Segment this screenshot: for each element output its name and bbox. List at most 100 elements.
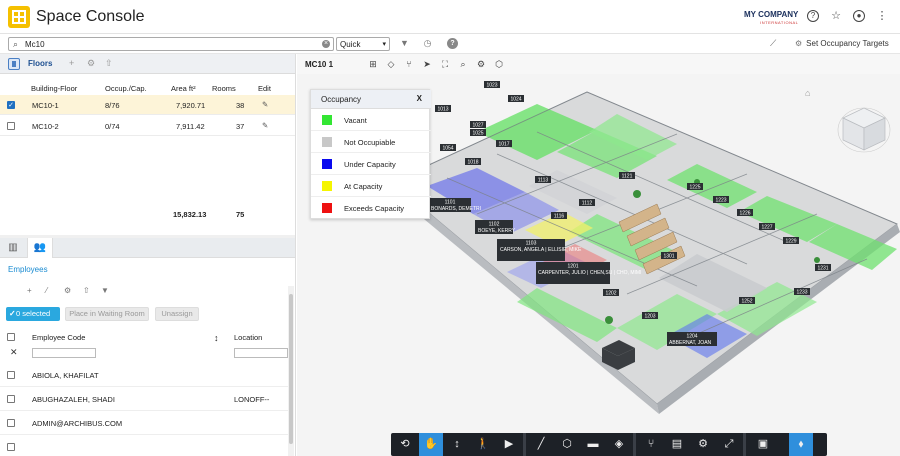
place-in-waiting-room-button[interactable]: Place in Waiting Room bbox=[65, 307, 149, 321]
occupant-tag-room[interactable]: 1101 bbox=[445, 200, 456, 206]
room-tag[interactable]: 1225 bbox=[689, 185, 700, 191]
row-checkbox[interactable] bbox=[7, 395, 15, 403]
tag-icon[interactable]: ◇ bbox=[386, 59, 396, 70]
room-tag[interactable]: 1017 bbox=[498, 142, 509, 148]
tab-rooms[interactable]: ▥ bbox=[0, 238, 26, 258]
tag-labels-icon[interactable]: ⬧ bbox=[789, 433, 813, 456]
room-tag[interactable]: 1121 bbox=[622, 174, 633, 180]
floor-row[interactable]: ✓ MC10-1 8/76 7,920.71 38 ✎ bbox=[0, 95, 295, 115]
floor-viewer[interactable]: MC10 1 ⊞ ◇ ⑂ ➤ ⛶ ⌕ ⚙ ⬡ 1013 1023 1024 10… bbox=[297, 54, 900, 456]
room-tag[interactable]: 1018 bbox=[467, 160, 478, 166]
room-tag[interactable]: 1112 bbox=[582, 201, 593, 207]
gear-icon[interactable]: ⚙ bbox=[691, 433, 715, 456]
room-tag[interactable]: 1301 bbox=[663, 254, 674, 260]
add-icon[interactable]: + bbox=[27, 286, 32, 295]
trend-chart-icon[interactable]: ⟋ bbox=[770, 38, 776, 49]
employee-row[interactable]: ADMIN@ARCHIBUS.COM bbox=[0, 411, 288, 435]
structure-icon[interactable]: ⑂ bbox=[639, 433, 663, 456]
column-header-employee-code[interactable]: Employee Code bbox=[32, 333, 85, 342]
occupant-tag-name[interactable]: BOEYE, KERRY bbox=[478, 228, 516, 234]
occupant-tag-name[interactable]: CARSON, ANGELA | ELLISIE, MIKE bbox=[500, 247, 582, 253]
employee-row[interactable] bbox=[0, 435, 288, 456]
room-tag[interactable]: 1013 bbox=[437, 107, 448, 113]
row-checkbox[interactable] bbox=[7, 419, 15, 427]
room-tag[interactable]: 1233 bbox=[796, 290, 807, 296]
close-icon[interactable]: X bbox=[417, 94, 422, 103]
room-tag[interactable]: 1024 bbox=[510, 97, 521, 103]
employees-scrollbar[interactable] bbox=[288, 286, 294, 456]
folder-icon[interactable]: ▬ bbox=[581, 433, 605, 456]
add-icon[interactable]: + bbox=[69, 58, 74, 68]
column-header-rooms[interactable]: Rooms bbox=[212, 84, 236, 93]
occupant-tag-room[interactable]: 1201 bbox=[567, 264, 578, 270]
orbit-icon[interactable]: ⟲ bbox=[393, 433, 417, 456]
zoom-icon[interactable]: ⌕ bbox=[458, 59, 468, 70]
room-tag[interactable]: 1023 bbox=[486, 83, 497, 89]
occupant-tag-room[interactable]: 1204 bbox=[686, 334, 697, 340]
room-tag[interactable]: 1231 bbox=[817, 266, 828, 272]
occupant-tag-name[interactable]: ABBERNAT, JOAN bbox=[669, 340, 712, 346]
clear-search-icon[interactable]: × bbox=[322, 40, 330, 48]
view-cube-icon[interactable] bbox=[837, 106, 891, 154]
room-tag[interactable]: 1027 bbox=[472, 123, 483, 129]
employee-row[interactable]: ABUGHAZALEH, SHADI LONOFF-- bbox=[0, 387, 288, 411]
branch-icon[interactable]: ⑂ bbox=[404, 59, 414, 69]
column-header-occupancy[interactable]: Occup./Cap. bbox=[105, 84, 147, 93]
measure-icon[interactable]: ╱ bbox=[529, 433, 553, 456]
fullscreen-icon[interactable]: ⤢ bbox=[717, 433, 741, 456]
set-occupancy-targets-button[interactable]: ⚙ Set Occupancy Targets bbox=[795, 39, 889, 48]
column-header-building-floor[interactable]: Building-Floor bbox=[31, 84, 77, 93]
room-tag[interactable]: 1113 bbox=[538, 178, 549, 184]
more-icon[interactable]: ⋮ bbox=[876, 10, 888, 22]
walk-person-icon[interactable]: 🚶 bbox=[471, 433, 495, 456]
zoom-vertical-icon[interactable]: ↕ bbox=[445, 433, 469, 456]
occupant-tag-name[interactable]: BONARDS, DEMETRI bbox=[431, 206, 481, 212]
properties-icon[interactable]: ▤ bbox=[665, 433, 689, 456]
unassign-button[interactable]: Unassign bbox=[155, 307, 199, 321]
room-tag[interactable]: 1054 bbox=[442, 146, 453, 152]
grid-view-icon[interactable]: ⊞ bbox=[368, 59, 378, 70]
employee-code-filter[interactable] bbox=[32, 348, 96, 358]
room-tag[interactable]: 1226 bbox=[739, 211, 750, 217]
user-icon[interactable]: ● bbox=[853, 10, 865, 22]
room-tag[interactable]: 1203 bbox=[644, 314, 655, 320]
occupant-tag-name[interactable]: CARPENTER, JULIO | CHEN,SU | CHO, MIMI bbox=[538, 270, 641, 276]
export-icon[interactable]: ⇧ bbox=[105, 58, 113, 69]
column-header-location[interactable]: Location bbox=[234, 333, 262, 342]
edit-icon[interactable]: ⁄ bbox=[46, 286, 47, 295]
camera-icon[interactable]: ▶ bbox=[497, 433, 521, 456]
cube-icon[interactable]: ⬡ bbox=[494, 59, 504, 70]
navigate-icon[interactable]: ➤ bbox=[422, 59, 432, 70]
history-icon[interactable]: ◷ bbox=[422, 38, 433, 49]
floor-row[interactable]: MC10-2 0/74 7,911.42 37 ✎ bbox=[0, 116, 295, 136]
room-tag[interactable]: 1229 bbox=[785, 239, 796, 245]
select-all-checkbox[interactable] bbox=[7, 333, 15, 341]
room-tag[interactable]: 1227 bbox=[761, 225, 772, 231]
search-input[interactable]: ⌕ Mc10 × bbox=[8, 37, 334, 51]
app-logo-icon[interactable] bbox=[8, 6, 30, 28]
explode-icon[interactable]: ⬡ bbox=[555, 433, 579, 456]
filter-icon[interactable]: ▼ bbox=[101, 286, 109, 295]
occupant-tag-room[interactable]: 1103 bbox=[526, 241, 537, 247]
row-checkbox[interactable] bbox=[7, 443, 15, 451]
settings-icon[interactable]: ⚙ bbox=[476, 59, 486, 70]
code-icon[interactable]: ▣ bbox=[751, 433, 775, 456]
tab-employees[interactable]: 👥 bbox=[27, 238, 53, 258]
room-tag[interactable]: 1202 bbox=[605, 291, 616, 297]
home-icon[interactable]: ⌂ bbox=[805, 88, 810, 98]
settings-icon[interactable]: ⚙ bbox=[87, 58, 95, 69]
edit-pencil-icon[interactable]: ✎ bbox=[262, 100, 268, 109]
row-checkbox[interactable]: ✓ bbox=[7, 101, 15, 109]
column-header-area[interactable]: Area ft² bbox=[171, 84, 196, 93]
edit-pencil-icon[interactable]: ✎ bbox=[262, 121, 268, 130]
search-mode-select[interactable]: Quick ▾ bbox=[336, 37, 390, 51]
employee-row[interactable]: ABIOLA, KHAFILAT bbox=[0, 363, 288, 387]
filter-icon[interactable]: ▼ bbox=[399, 38, 410, 49]
fit-view-icon[interactable]: ⛶ bbox=[440, 59, 450, 70]
pan-hand-icon[interactable]: ✋ bbox=[419, 433, 443, 456]
clear-filter-icon[interactable]: ✕ bbox=[10, 347, 18, 358]
selection-count-button[interactable]: ✓ 0 selected bbox=[6, 307, 60, 321]
row-checkbox[interactable] bbox=[7, 371, 15, 379]
room-tag[interactable]: 1116 bbox=[554, 214, 565, 220]
location-filter[interactable] bbox=[234, 348, 288, 358]
